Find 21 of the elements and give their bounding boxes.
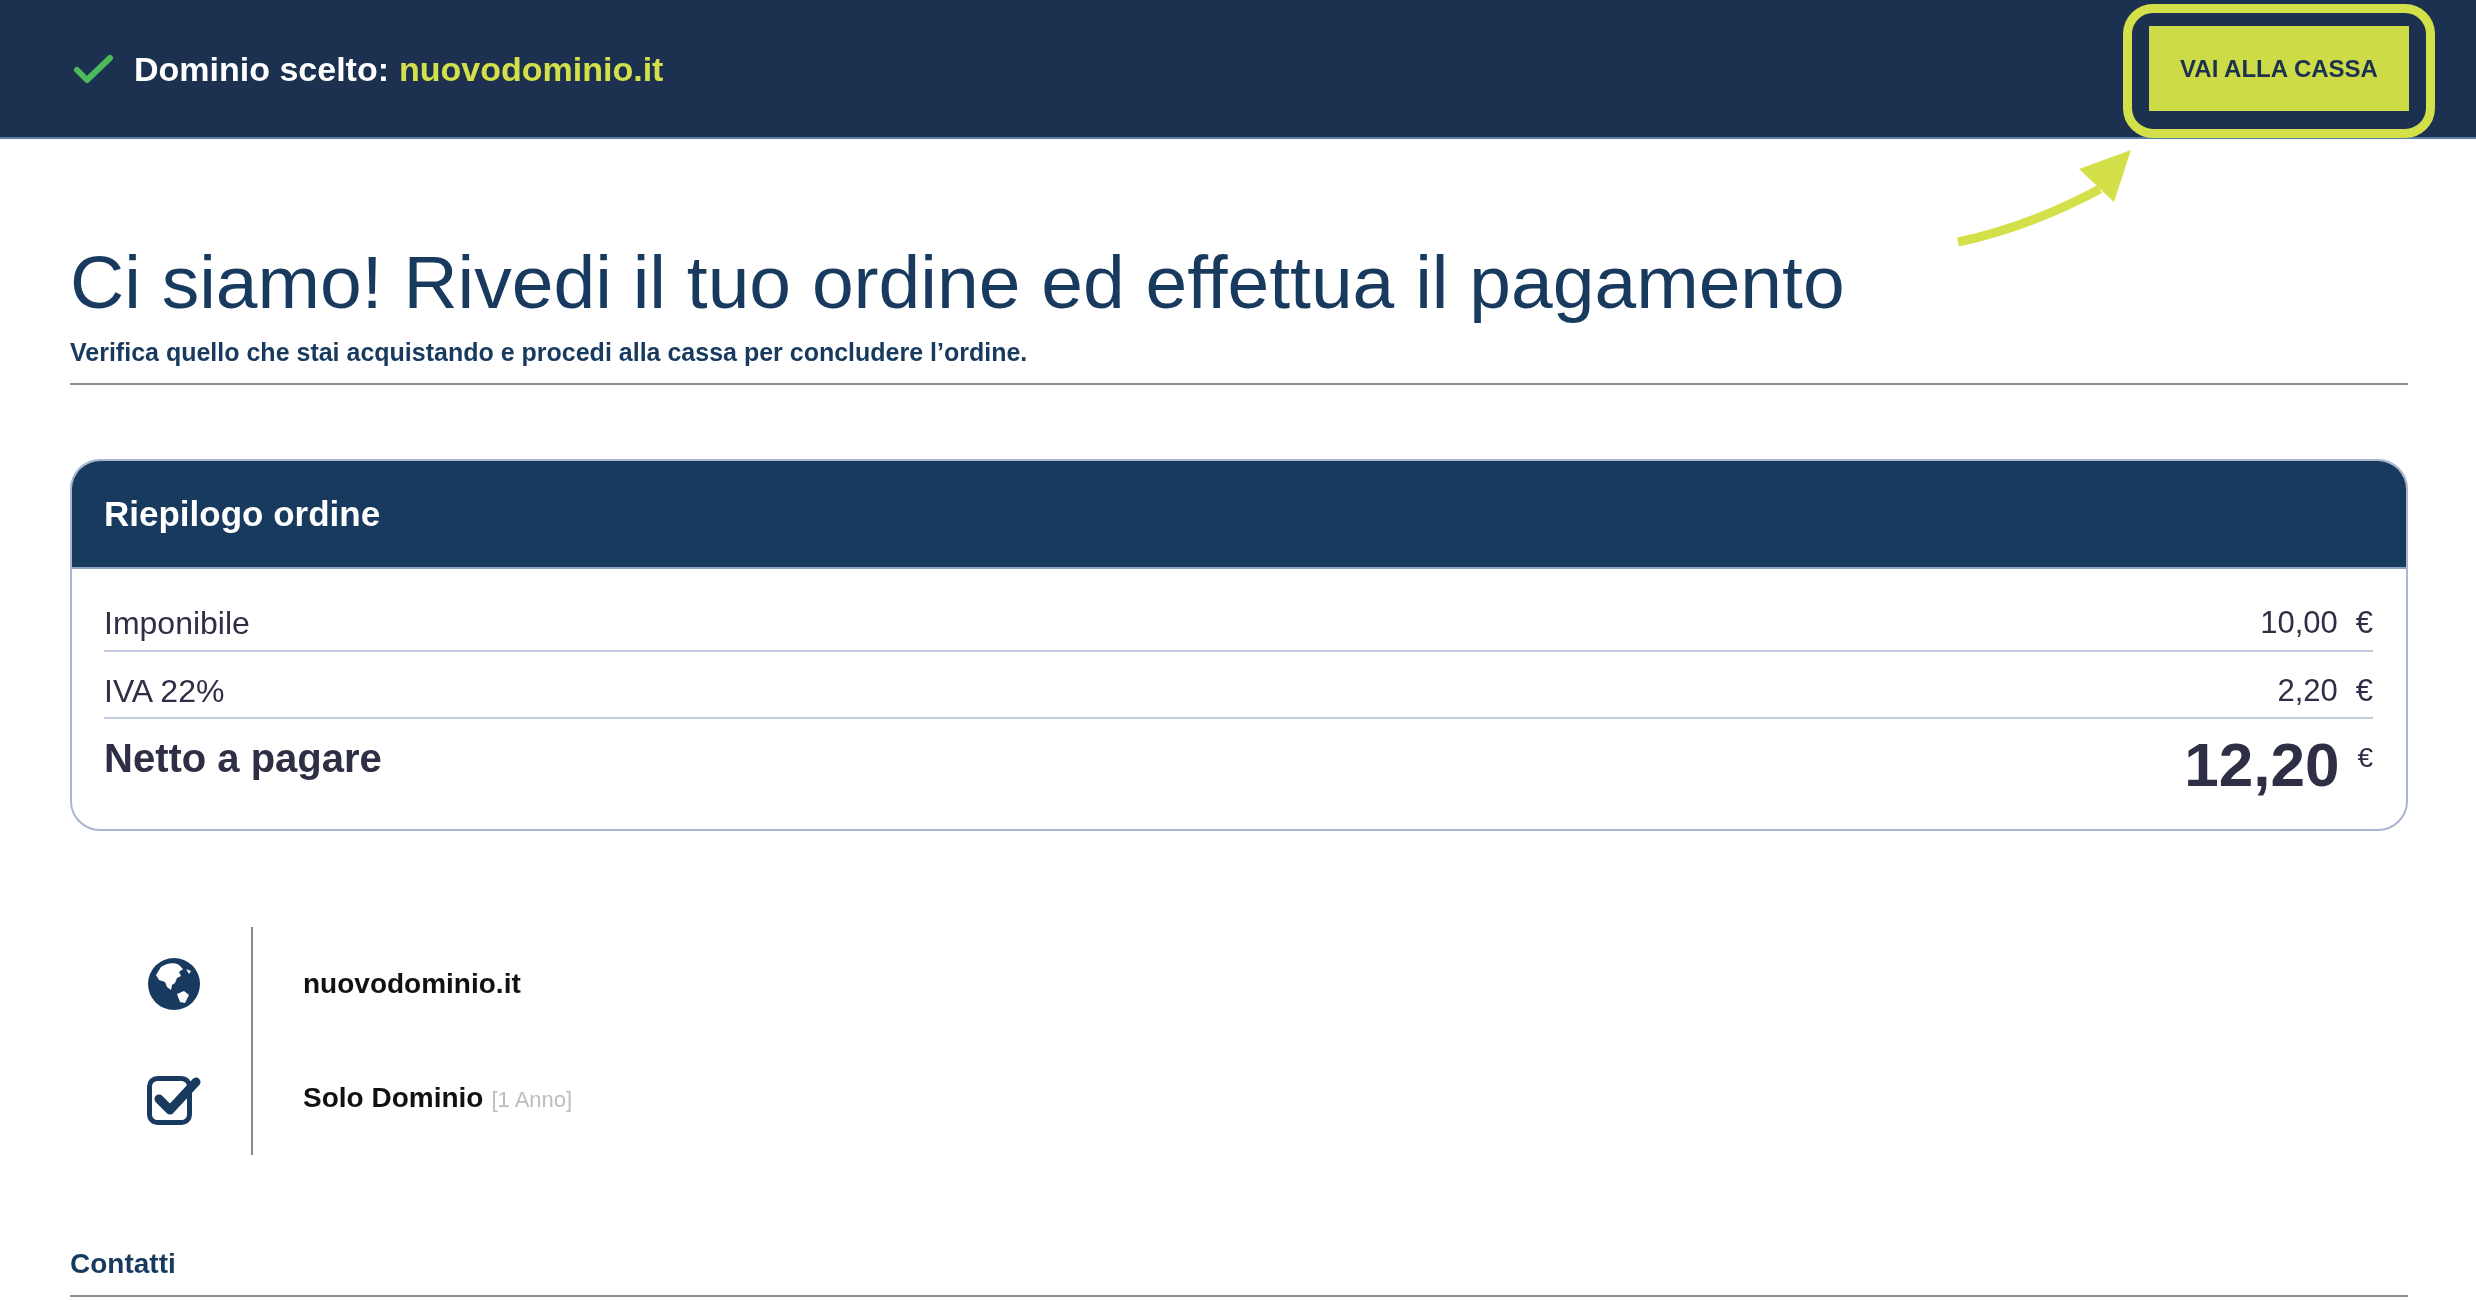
item-name: nuovodominio.it — [303, 967, 521, 1001]
checkout-button[interactable]: VAI ALLA CASSA — [2149, 26, 2409, 111]
page-title: Ci siamo! Rivedi il tuo ordine ed effettua il pagamento — [70, 241, 1845, 323]
selected-domain-name: nuovodominio.it — [399, 48, 664, 89]
total-amount: 12,20 — [2184, 734, 2340, 796]
summary-amount: 2,20 — [2277, 672, 2338, 710]
globe-icon — [148, 958, 200, 1010]
currency-symbol: € — [2355, 672, 2373, 710]
selected-domain-label: Dominio scelto: — [134, 48, 390, 89]
summary-amount: 10,00 — [2260, 604, 2338, 642]
item-term: [1 Anno] — [491, 1086, 573, 1114]
summary-label: IVA 22% — [104, 672, 225, 711]
currency-symbol: € — [2355, 604, 2373, 642]
currency-symbol: € — [2357, 742, 2373, 774]
item-name: Solo Dominio — [303, 1081, 484, 1115]
page-subtitle: Verifica quello che stai acquistando e procedi alla cassa per concludere l’ordine. — [70, 338, 1028, 367]
contacts-heading: Contatti — [70, 1247, 176, 1281]
summary-title: Riepilogo ordine — [104, 493, 381, 535]
summary-label: Imponibile — [104, 604, 250, 643]
check-icon — [73, 53, 114, 84]
total-label: Netto a pagare — [104, 735, 382, 782]
